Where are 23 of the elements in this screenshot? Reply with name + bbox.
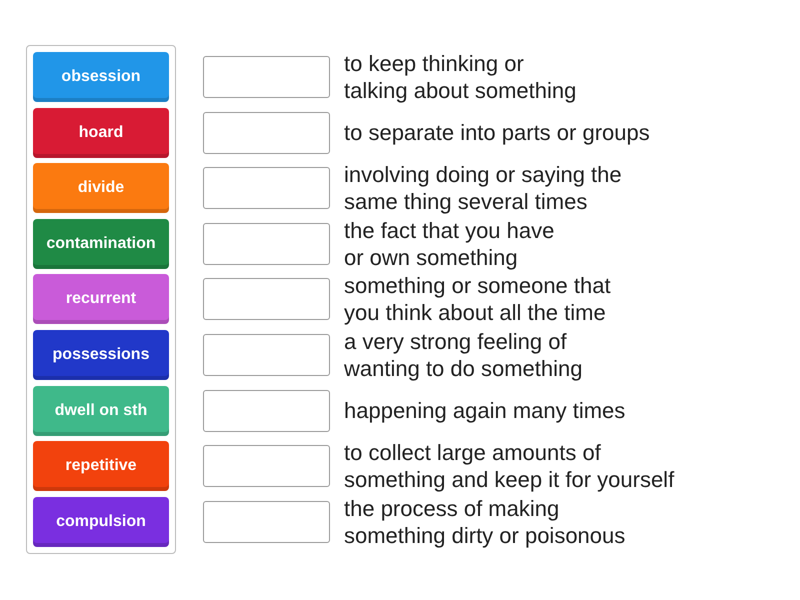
definition-text: a very strong feeling of wanting to do something [344, 328, 582, 382]
answer-box[interactable] [203, 445, 330, 488]
answer-box[interactable] [203, 390, 330, 432]
answer-box[interactable] [203, 222, 330, 265]
definition-text: to separate into parts or groups [344, 119, 650, 146]
answer-box[interactable] [203, 334, 330, 376]
word-tile[interactable]: repetitive [33, 441, 169, 492]
definition-text: the process of making something dirty or poisonous [344, 494, 626, 549]
definition-text: to keep thinking or talking about something [344, 50, 576, 104]
word-tile[interactable]: possessions [33, 330, 169, 380]
word-tile[interactable]: compulsion [33, 496, 169, 547]
answer-box[interactable] [203, 278, 330, 320]
word-tile[interactable]: contamination [33, 218, 169, 269]
answer-box[interactable] [203, 500, 330, 543]
word-tile[interactable]: obsession [33, 52, 169, 102]
word-tile[interactable]: divide [33, 163, 169, 214]
word-tile[interactable]: hoard [33, 108, 169, 158]
answer-box[interactable] [203, 56, 330, 98]
answer-box[interactable] [203, 167, 330, 210]
word-tile[interactable]: recurrent [33, 274, 169, 324]
definition-text: happening again many times [344, 397, 626, 424]
answer-box[interactable] [203, 112, 330, 154]
word-tile[interactable]: dwell on sth [33, 386, 169, 436]
